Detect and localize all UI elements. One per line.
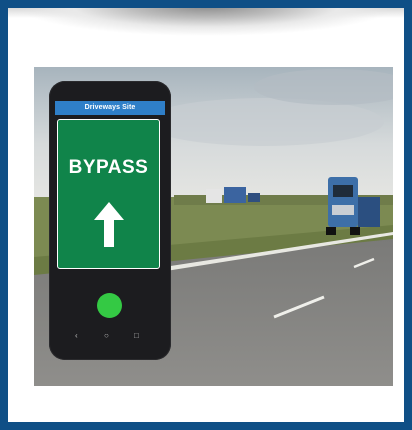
bypass-sign: BYPASS [57,119,160,269]
app-title-bar: Driveways Site [55,101,165,115]
green-dot-icon[interactable] [97,293,122,318]
home-icon[interactable]: ○ [104,331,109,340]
sign-text: BYPASS [68,157,149,178]
top-shadow [8,8,404,48]
up-arrow-icon [94,202,124,247]
phone-device: Driveways Site BYPASS ‹ ○ □ [49,81,171,360]
highway-photo: Driveways Site BYPASS ‹ ○ □ [34,67,393,386]
framed-panel: Driveways Site BYPASS ‹ ○ □ [0,0,412,430]
recent-apps-icon[interactable]: □ [134,331,139,340]
back-icon[interactable]: ‹ [75,331,78,340]
